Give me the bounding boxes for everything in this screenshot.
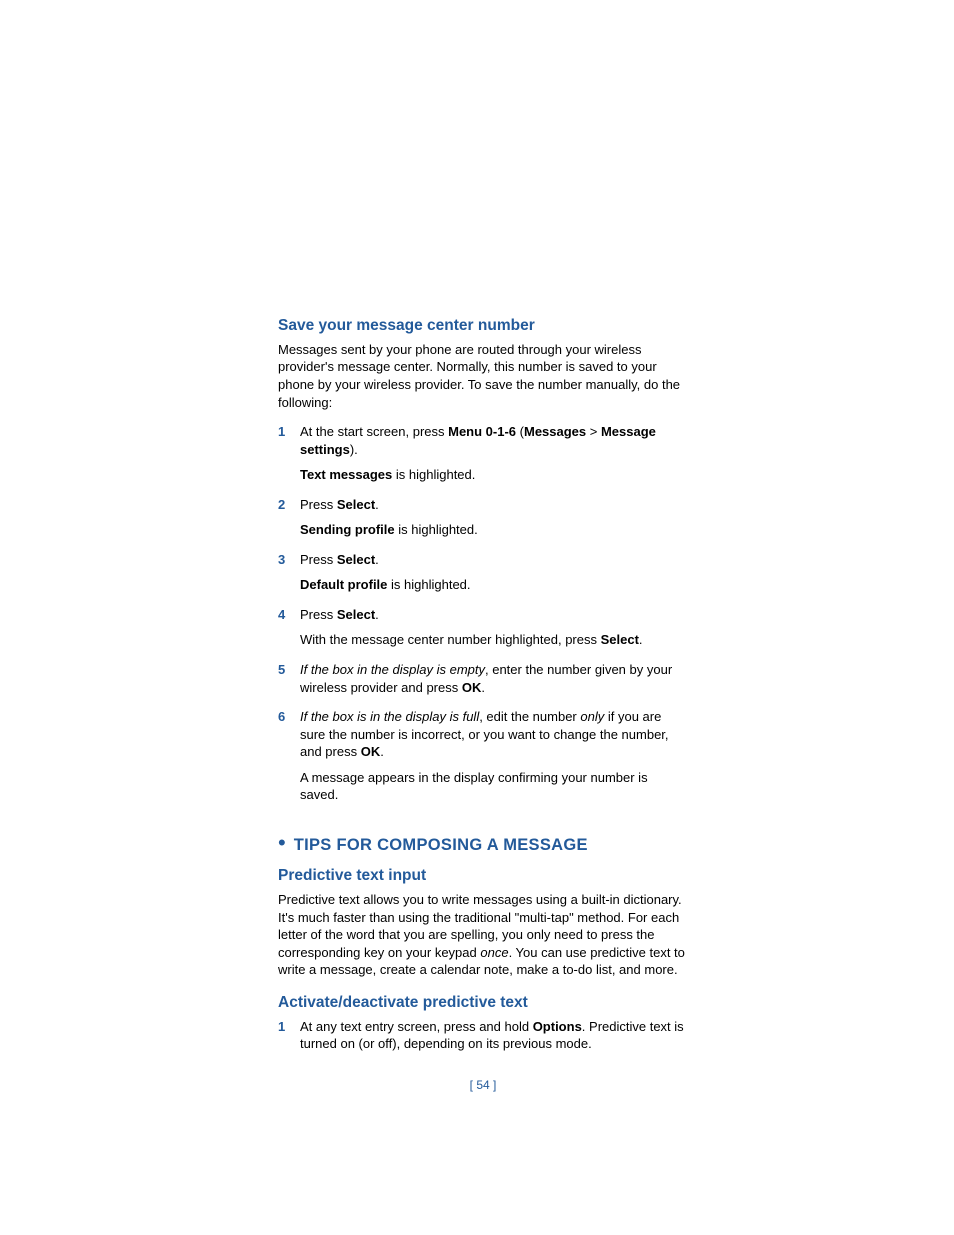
step-number: 2	[278, 496, 300, 545]
step-number: 3	[278, 551, 300, 600]
step-1: 1 At the start screen, press Menu 0-1-6 …	[278, 423, 688, 490]
step-body: If the box is in the display is full, ed…	[300, 708, 688, 810]
heading-activate-deactivate: Activate/deactivate predictive text	[278, 993, 688, 1014]
page-content: Save your message center number Messages…	[278, 316, 688, 1093]
step-body: At any text entry screen, press and hold…	[300, 1018, 688, 1059]
step-number: 6	[278, 708, 300, 810]
step-body: Press Select. Sending profile is highlig…	[300, 496, 688, 545]
step-body: If the box in the display is empty, ente…	[300, 661, 688, 702]
intro-paragraph: Messages sent by your phone are routed t…	[278, 341, 688, 411]
step-1b: 1 At any text entry screen, press and ho…	[278, 1018, 688, 1059]
page-number: [ 54 ]	[278, 1077, 688, 1093]
section-heading-row: • TIPS FOR COMPOSING A MESSAGE	[278, 834, 688, 856]
step-6: 6 If the box is in the display is full, …	[278, 708, 688, 810]
step-5: 5 If the box in the display is empty, en…	[278, 661, 688, 702]
bullet-icon: •	[278, 832, 286, 854]
heading-tips: TIPS FOR COMPOSING A MESSAGE	[294, 834, 588, 856]
step-body: Press Select. Default profile is highlig…	[300, 551, 688, 600]
step-number: 1	[278, 423, 300, 490]
heading-save-message-center: Save your message center number	[278, 316, 688, 337]
step-number: 5	[278, 661, 300, 702]
predictive-paragraph: Predictive text allows you to write mess…	[278, 891, 688, 979]
heading-predictive-text: Predictive text input	[278, 866, 688, 887]
step-2: 2 Press Select. Sending profile is highl…	[278, 496, 688, 545]
step-4: 4 Press Select. With the message center …	[278, 606, 688, 655]
step-3: 3 Press Select. Default profile is highl…	[278, 551, 688, 600]
step-number: 1	[278, 1018, 300, 1059]
step-body: At the start screen, press Menu 0-1-6 (M…	[300, 423, 688, 490]
step-body: Press Select. With the message center nu…	[300, 606, 688, 655]
step-number: 4	[278, 606, 300, 655]
